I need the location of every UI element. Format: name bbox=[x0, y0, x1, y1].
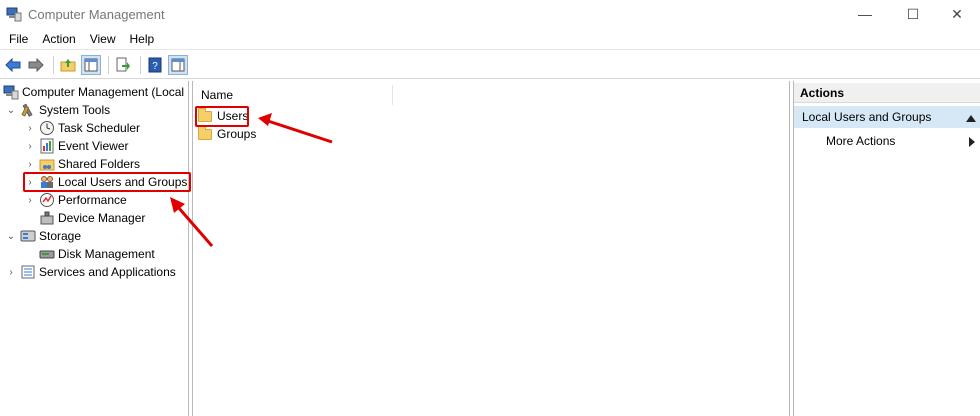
tree-item-computer-management[interactable]: Computer Management (Local bbox=[3, 83, 184, 101]
list-item-label: Groups bbox=[217, 127, 257, 141]
annotation-highlight-users bbox=[195, 106, 249, 127]
maximize-button[interactable]: ☐ bbox=[890, 0, 936, 28]
computer-management-icon bbox=[6, 6, 22, 22]
close-icon: ✕ bbox=[951, 5, 963, 22]
tree-item-shared-folders[interactable]: › Shared Folders bbox=[24, 155, 140, 173]
menu-bar: File Action View Help bbox=[0, 28, 980, 50]
tree-label: Services and Applications bbox=[39, 265, 176, 279]
up-one-level-button[interactable] bbox=[58, 55, 78, 75]
title-bar: Computer Management bbox=[0, 0, 980, 28]
submenu-arrow-icon bbox=[969, 136, 975, 150]
close-button[interactable]: ✕ bbox=[934, 0, 980, 28]
performance-icon bbox=[39, 192, 55, 208]
svg-text:?: ? bbox=[152, 61, 158, 72]
forward-arrow-icon bbox=[28, 57, 44, 72]
menu-action[interactable]: Action bbox=[35, 28, 82, 50]
tree-item-storage[interactable]: ⌄ Storage bbox=[5, 227, 81, 245]
back-button[interactable] bbox=[3, 55, 23, 75]
collapsed-chevron-icon[interactable]: › bbox=[24, 122, 36, 134]
tree-item-system-tools[interactable]: ⌄ System Tools bbox=[5, 101, 110, 119]
disk-icon bbox=[39, 246, 55, 262]
shared-folder-icon bbox=[39, 156, 55, 172]
help-icon: ? bbox=[148, 57, 162, 72]
back-arrow-icon bbox=[5, 57, 21, 72]
services-icon bbox=[20, 264, 36, 280]
tree-label: Computer Management (Local bbox=[22, 85, 185, 99]
computer-management-icon bbox=[3, 84, 19, 100]
expanded-chevron-icon[interactable]: ⌄ bbox=[5, 104, 17, 116]
tree-item-task-scheduler[interactable]: › Task Scheduler bbox=[24, 119, 140, 137]
content-list: Name Users Groups bbox=[192, 81, 790, 416]
actions-pane: Actions Local Users and Groups More Acti… bbox=[793, 81, 980, 416]
toolbar-separator bbox=[140, 55, 141, 74]
toolbar: ? bbox=[0, 51, 980, 79]
list-item-groups[interactable]: Groups bbox=[198, 125, 256, 143]
menu-help[interactable]: Help bbox=[123, 28, 162, 50]
toolbar-separator bbox=[108, 55, 109, 74]
forward-button[interactable] bbox=[26, 55, 46, 75]
export-list-button[interactable] bbox=[113, 55, 133, 75]
more-actions-label: More Actions bbox=[826, 134, 896, 148]
minimize-button[interactable]: — bbox=[842, 0, 888, 28]
tree-label: Event Viewer bbox=[58, 139, 129, 153]
tree-label: Performance bbox=[58, 193, 127, 207]
clock-icon bbox=[39, 120, 55, 136]
actions-section-local-users[interactable]: Local Users and Groups bbox=[794, 106, 980, 128]
tree-item-performance[interactable]: › Performance bbox=[24, 191, 127, 209]
storage-icon bbox=[20, 228, 36, 244]
tree-item-disk-management[interactable]: Disk Management bbox=[36, 245, 155, 263]
tree-label: System Tools bbox=[39, 103, 111, 117]
maximize-icon: ☐ bbox=[906, 5, 920, 22]
folder-icon bbox=[198, 125, 212, 140]
tree-label: Disk Management bbox=[58, 247, 155, 261]
actions-header: Actions bbox=[794, 83, 980, 103]
tools-icon bbox=[20, 102, 36, 118]
export-list-icon bbox=[116, 57, 130, 71]
console-tree-icon bbox=[84, 58, 98, 71]
tree-item-services-and-applications[interactable]: › Services and Applications bbox=[5, 263, 176, 281]
actions-section-label: Local Users and Groups bbox=[802, 110, 932, 124]
tree-label: Task Scheduler bbox=[58, 121, 141, 135]
toolbar-separator bbox=[53, 55, 54, 74]
collapsed-chevron-icon[interactable]: › bbox=[24, 194, 36, 206]
help-button[interactable]: ? bbox=[145, 55, 165, 75]
collapse-triangle-icon[interactable] bbox=[966, 111, 976, 125]
show-hide-console-tree-button[interactable] bbox=[81, 54, 101, 75]
actions-header-label: Actions bbox=[800, 85, 845, 100]
column-header-label: Name bbox=[201, 88, 234, 102]
annotation-highlight-local-users bbox=[23, 172, 191, 192]
show-hide-action-pane-button[interactable] bbox=[168, 54, 188, 75]
tree-label: Storage bbox=[39, 229, 82, 243]
expanded-chevron-icon[interactable]: ⌄ bbox=[5, 230, 17, 242]
tree-label: Device Manager bbox=[58, 211, 146, 225]
minimize-icon: — bbox=[858, 6, 872, 22]
window-title: Computer Management bbox=[28, 6, 165, 22]
tree-item-event-viewer[interactable]: › Event Viewer bbox=[24, 137, 128, 155]
menu-view[interactable]: View bbox=[83, 28, 123, 50]
tree-item-device-manager[interactable]: Device Manager bbox=[36, 209, 145, 227]
collapsed-chevron-icon[interactable]: › bbox=[24, 140, 36, 152]
collapsed-chevron-icon[interactable]: › bbox=[5, 266, 17, 278]
tree-label: Shared Folders bbox=[58, 157, 141, 171]
collapsed-chevron-icon[interactable]: › bbox=[24, 158, 36, 170]
action-pane-icon bbox=[171, 58, 185, 71]
device-manager-icon bbox=[39, 210, 55, 226]
more-actions-item[interactable]: More Actions bbox=[794, 131, 980, 151]
event-viewer-icon bbox=[39, 138, 55, 154]
menu-file[interactable]: File bbox=[0, 28, 35, 50]
console-tree: Computer Management (Local ⌄ System Tool… bbox=[0, 81, 189, 416]
folder-up-icon bbox=[60, 58, 76, 71]
column-header-name[interactable]: Name bbox=[193, 85, 393, 105]
